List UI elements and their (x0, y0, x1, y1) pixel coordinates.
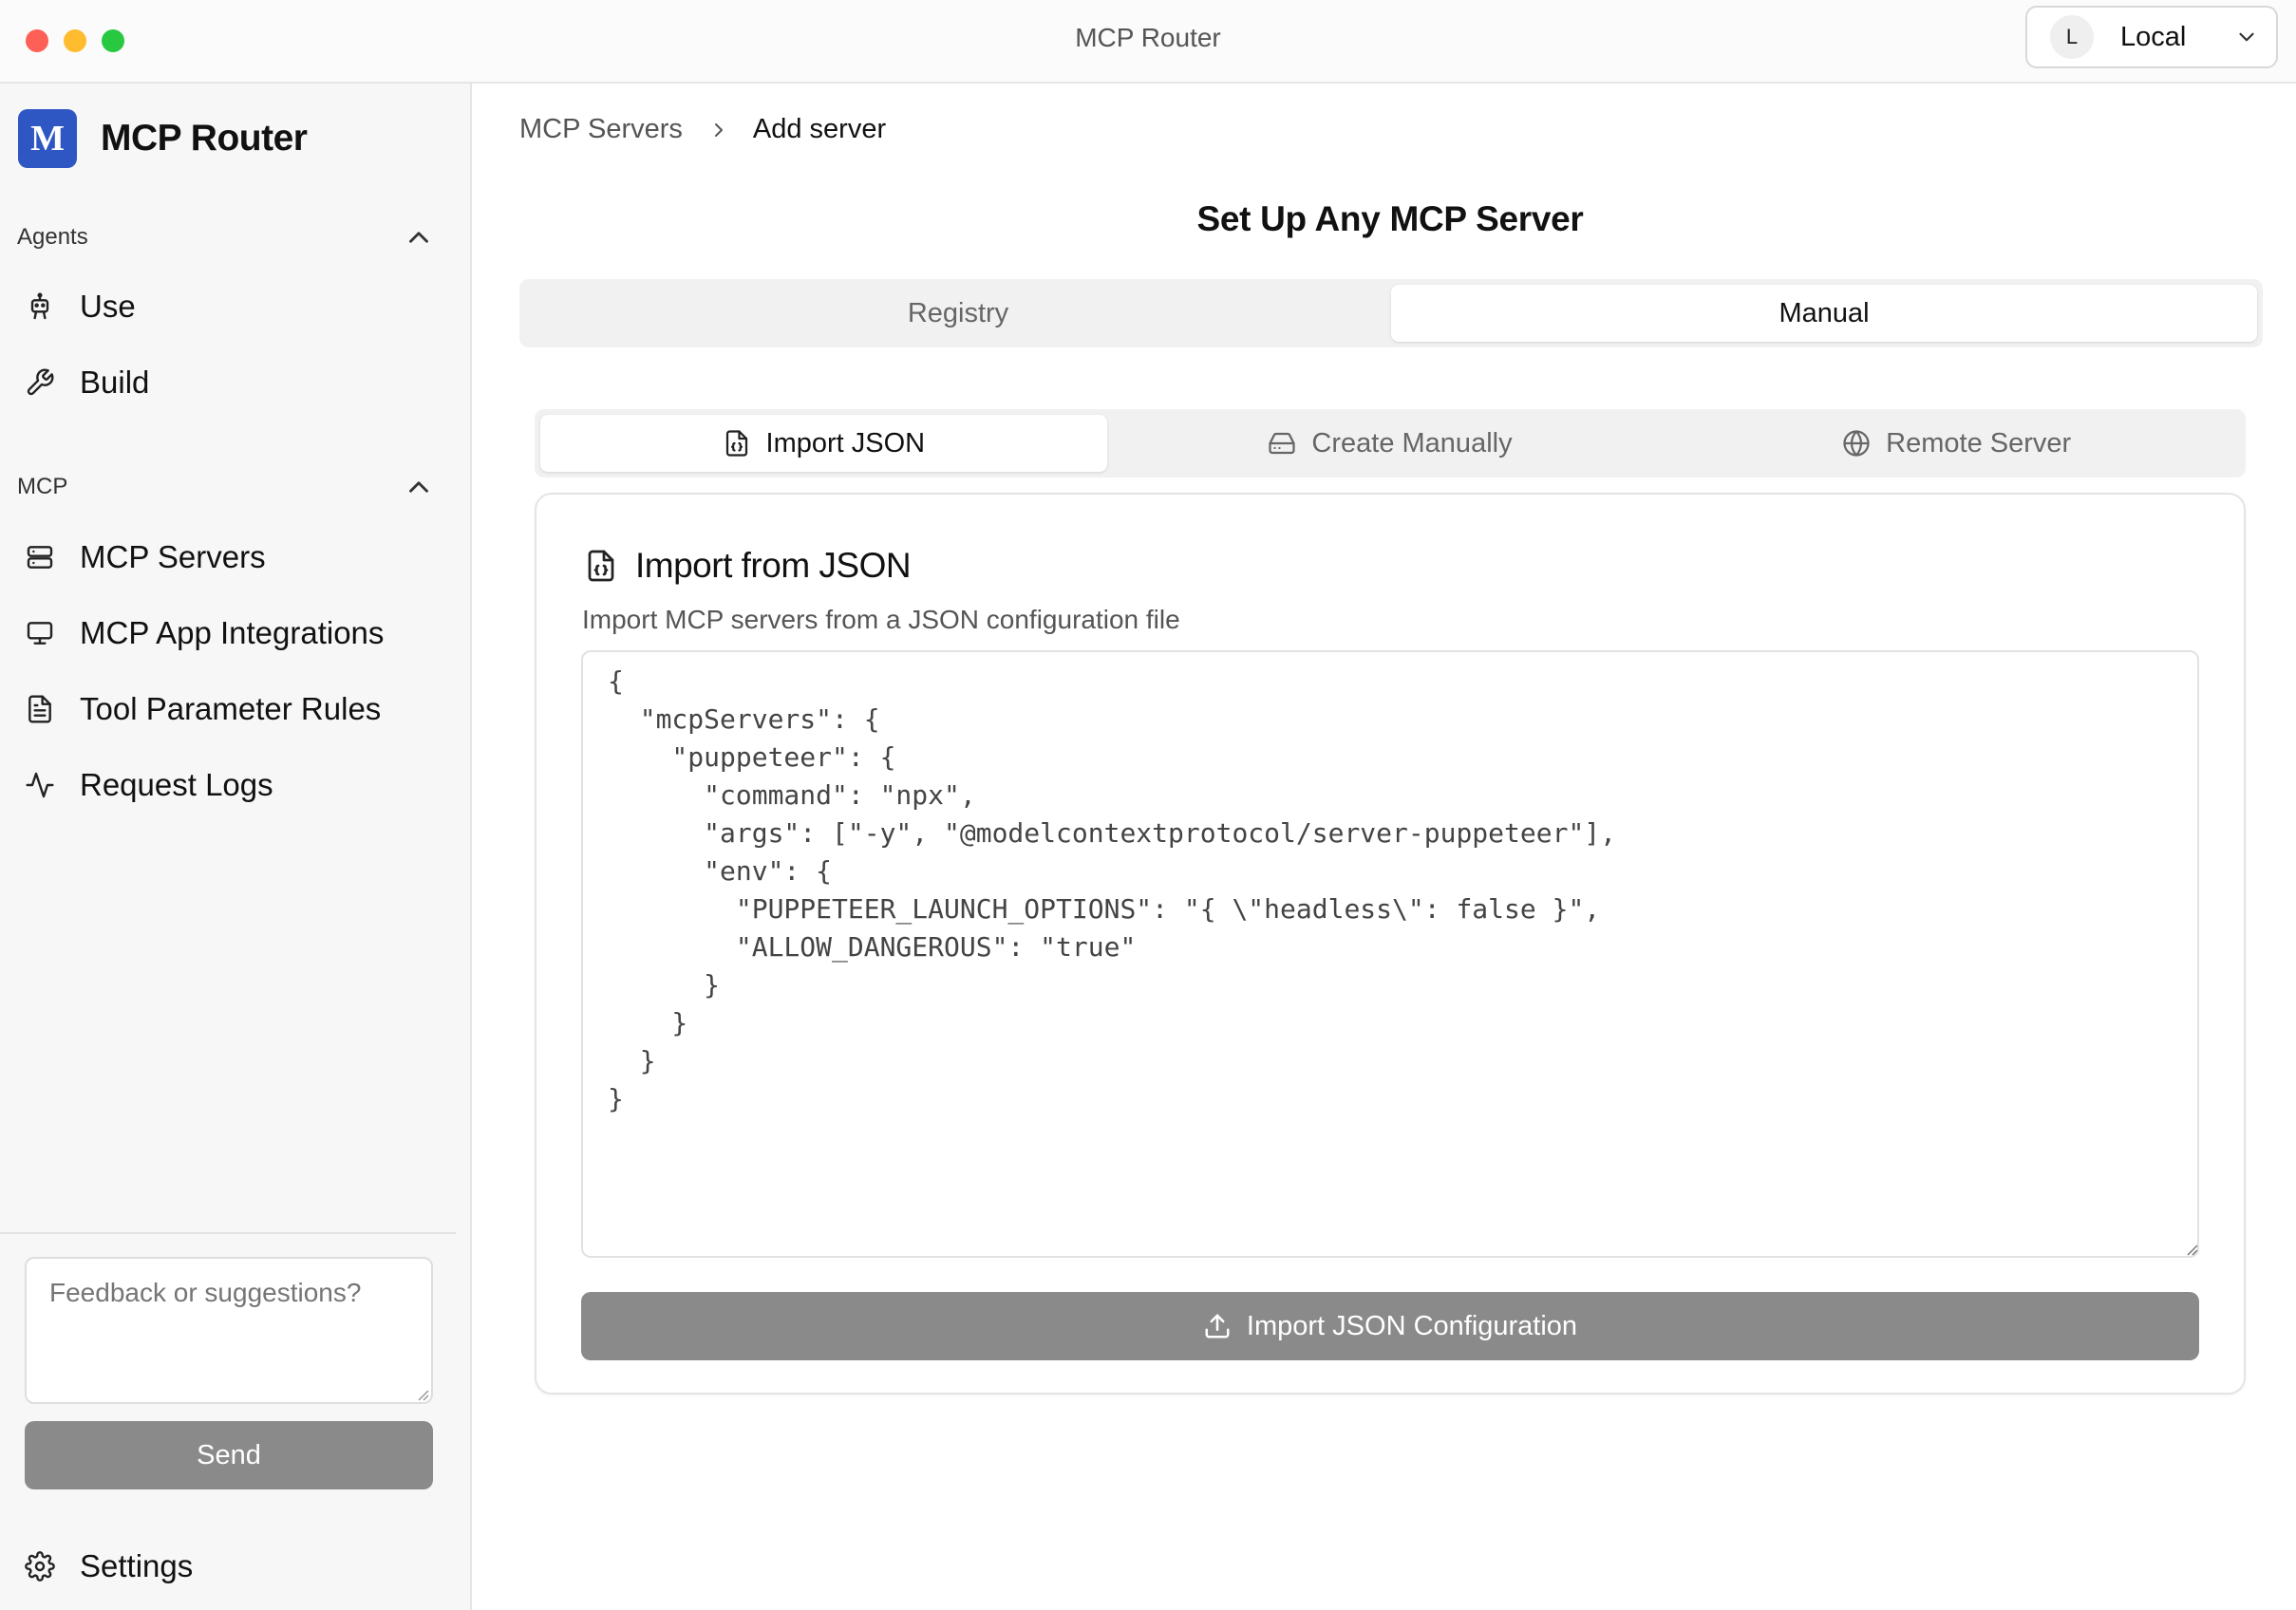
profile-avatar: L (2050, 15, 2094, 59)
page-title: Set Up Any MCP Server (1196, 199, 1584, 238)
json-config-content: { "mcpServers": { "puppeteer": { "comman… (608, 665, 1617, 1114)
resize-handle-icon[interactable] (2183, 1241, 2198, 1256)
card-description: Import MCP servers from a JSON configura… (582, 605, 1180, 634)
upload-icon (1205, 1314, 1230, 1339)
resize-handle-icon[interactable] (414, 1386, 429, 1401)
brand-name: MCP Router (101, 118, 308, 159)
mode-tabs: Registry Manual (519, 279, 2263, 347)
app-window: MCP Router L Local M MCP Router Agents U… (0, 0, 2296, 1610)
mcp-section-label: MCP (17, 474, 68, 499)
brand[interactable]: M MCP Router (18, 109, 308, 168)
wrench-icon (27, 368, 54, 396)
tab-import-json[interactable]: Import JSON (540, 415, 1107, 472)
sidebar-item-label: MCP App Integrations (80, 615, 385, 650)
chevron-up-icon (409, 232, 428, 243)
sidebar-item-use[interactable]: Use (25, 278, 442, 335)
window-title: MCP Router (1075, 23, 1221, 52)
tab-create-manually[interactable]: Create Manually (1107, 415, 1674, 472)
sidebar: M MCP Router Agents Use Build MCP MCP Se… (0, 84, 472, 1610)
tab-create-manually-label: Create Manually (1311, 427, 1513, 459)
import-method-tabs: Import JSON Create Manually Remote Serve… (535, 409, 2246, 477)
title-bar: MCP Router L Local (0, 0, 2296, 84)
send-feedback-button[interactable]: Send (25, 1421, 433, 1489)
tab-registry[interactable]: Registry (525, 285, 1391, 342)
sidebar-item-label: Settings (80, 1548, 194, 1583)
card-title: Import from JSON (635, 546, 912, 585)
agents-section-header[interactable]: Agents (17, 218, 435, 256)
file-json-icon (588, 550, 614, 582)
sidebar-item-tool-parameter-rules[interactable]: Tool Parameter Rules (25, 681, 442, 738)
feedback-input[interactable] (25, 1257, 433, 1404)
sidebar-item-build[interactable]: Build (25, 354, 442, 411)
gear-icon (25, 1551, 55, 1582)
sidebar-item-mcp-app-integrations[interactable]: MCP App Integrations (25, 605, 442, 662)
tab-remote-server-label: Remote Server (1886, 427, 2072, 459)
robot-icon (30, 292, 49, 320)
agents-section-label: Agents (17, 224, 88, 250)
tab-manual[interactable]: Manual (1391, 285, 2257, 342)
file-json-icon (725, 430, 747, 457)
activity-icon (26, 772, 54, 798)
import-json-button-label: Import JSON Configuration (1246, 1310, 1578, 1341)
profile-selector[interactable]: L Local (2025, 6, 2278, 68)
monitor-icon (27, 622, 53, 645)
import-json-button[interactable]: Import JSON Configuration (581, 1292, 2199, 1360)
card-header: Import from JSON (584, 546, 912, 586)
server-icon (27, 546, 53, 569)
file-text-icon (28, 695, 51, 723)
chevron-up-icon (409, 481, 428, 493)
sidebar-divider (0, 1232, 456, 1234)
tab-import-json-label: Import JSON (765, 427, 926, 459)
sidebar-item-label: Build (80, 365, 150, 400)
sidebar-item-label: MCP Servers (80, 539, 266, 574)
profile-name: Local (2120, 21, 2187, 52)
hard-drive-icon (1269, 432, 1296, 455)
chevron-right-icon (714, 122, 723, 137)
sidebar-item-label: Tool Parameter Rules (80, 691, 382, 726)
sidebar-item-label: Request Logs (80, 767, 273, 802)
breadcrumb-link-mcp-servers[interactable]: MCP Servers (519, 114, 683, 145)
chevron-down-icon (2239, 32, 2254, 42)
sidebar-item-settings[interactable]: Settings (25, 1538, 442, 1595)
breadcrumb: MCP Servers Add server (519, 114, 886, 145)
globe-icon (1843, 430, 1870, 457)
mcp-section-header[interactable]: MCP (17, 468, 435, 506)
app-logo: M (18, 109, 77, 168)
sidebar-item-label: Use (80, 289, 136, 324)
tab-remote-server[interactable]: Remote Server (1673, 415, 2240, 472)
main-content: MCP Servers Add server Set Up Any MCP Se… (474, 84, 2296, 1610)
breadcrumb-current: Add server (752, 114, 887, 144)
sidebar-item-request-logs[interactable]: Request Logs (25, 757, 442, 814)
sidebar-item-mcp-servers[interactable]: MCP Servers (25, 529, 442, 586)
